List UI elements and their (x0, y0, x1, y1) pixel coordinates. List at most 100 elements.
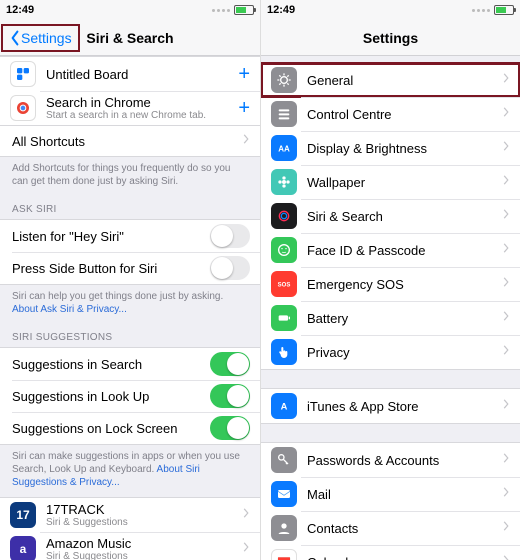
chevron-right-icon (502, 451, 510, 469)
status-time: 12:49 (6, 4, 34, 16)
chevron-right-icon (502, 343, 510, 361)
chevron-right-icon (242, 132, 250, 150)
chevron-left-icon (9, 30, 21, 46)
status-time: 12:49 (267, 4, 295, 16)
row-label: Wallpaper (307, 175, 502, 190)
back-button[interactable]: Settings (1, 24, 80, 52)
left-phone: 12:49 Settings Siri & Search Untitled Bo… (0, 0, 260, 560)
app-icon: a (10, 536, 36, 560)
settings-row-passwords-accounts[interactable]: Passwords & Accounts (261, 443, 520, 477)
mail-icon (271, 481, 297, 507)
row-label: Siri & Search (307, 209, 502, 224)
app-row-amazon-music[interactable]: a Amazon MusicSiri & Suggestions (0, 532, 260, 560)
row-label: Control Centre (307, 107, 502, 122)
row-label: Calendar (307, 555, 502, 560)
SOS-icon: SOS (271, 271, 297, 297)
app-row-17track[interactable]: 17 17TRACKSiri & Suggestions (0, 498, 260, 532)
add-plus-icon[interactable]: + (238, 97, 250, 120)
sliders-icon (271, 101, 297, 127)
add-plus-icon[interactable]: + (238, 63, 250, 86)
back-label: Settings (21, 30, 72, 46)
settings-row-display-brightness[interactable]: AADisplay & Brightness (261, 131, 520, 165)
hey-siri-row[interactable]: Listen for "Hey Siri" (0, 220, 260, 252)
suggestions-search-toggle[interactable] (210, 352, 250, 376)
suggestions-lookup-row[interactable]: Suggestions in Look Up (0, 380, 260, 412)
status-bar: 12:49 (0, 0, 260, 20)
settings-row-face-id-passcode[interactable]: Face ID & Passcode (261, 233, 520, 267)
status-bar: 12:49 (261, 0, 520, 20)
settings-row-contacts[interactable]: Contacts (261, 511, 520, 545)
page-dots-icon (472, 9, 490, 12)
row-label: Face ID & Passcode (307, 243, 502, 258)
chevron-right-icon (502, 397, 510, 415)
row-label: General (307, 73, 502, 88)
settings-row-control-centre[interactable]: Control Centre (261, 97, 520, 131)
row-label: Privacy (307, 345, 502, 360)
gear-icon (271, 67, 297, 93)
settings-row-siri-search[interactable]: Siri & Search (261, 199, 520, 233)
row-label: Passwords & Accounts (307, 453, 502, 468)
side-button-toggle[interactable] (210, 256, 250, 280)
settings-row-privacy[interactable]: Privacy (261, 335, 520, 369)
chevron-right-icon (502, 105, 510, 123)
shortcut-label: Search in Chrome Start a search in a new… (46, 95, 238, 121)
suggestions-lock-toggle[interactable] (210, 416, 250, 440)
side-button-siri-row[interactable]: Press Side Button for Siri (0, 252, 260, 284)
chevron-right-icon (502, 139, 510, 157)
settings-row-wallpaper[interactable]: Wallpaper (261, 165, 520, 199)
app-icon: 17 (10, 502, 36, 528)
settings-row-general[interactable]: General (261, 63, 520, 97)
chevron-right-icon (242, 506, 250, 524)
shortcut-untitled-board[interactable]: Untitled Board + (0, 57, 260, 91)
settings-row-battery[interactable]: Battery (261, 301, 520, 335)
page-title: Settings (261, 30, 520, 46)
board-icon (10, 61, 36, 87)
all-shortcuts-row[interactable]: All Shortcuts (0, 126, 260, 156)
A-icon: A (271, 393, 297, 419)
shortcut-search-chrome[interactable]: Search in Chrome Start a search in a new… (0, 91, 260, 125)
chevron-right-icon (502, 309, 510, 327)
chevron-right-icon (502, 71, 510, 89)
page-dots-icon (212, 9, 230, 12)
right-phone: 12:49 Settings General Control Centre AADi… (260, 0, 520, 560)
settings-row-mail[interactable]: Mail (261, 477, 520, 511)
chevron-right-icon (502, 519, 510, 537)
suggestions-lock-row[interactable]: Suggestions on Lock Screen (0, 412, 260, 444)
suggestions-search-row[interactable]: Suggestions in Search (0, 348, 260, 380)
batt-icon (271, 305, 297, 331)
cal-icon (271, 549, 297, 560)
app-label: Amazon MusicSiri & Suggestions (46, 536, 242, 560)
ask-siri-footer: Siri can help you get things done just b… (0, 285, 260, 324)
suggestions-footer: Siri can make suggestions in apps or whe… (0, 445, 260, 497)
about-ask-siri-link[interactable]: About Ask Siri & Privacy... (12, 304, 127, 315)
battery-icon (234, 5, 254, 15)
chevron-right-icon (502, 485, 510, 503)
section-header-suggestions: SIRI SUGGESTIONS (0, 324, 260, 347)
shortcuts-footer: Add Shortcuts for things you frequently … (0, 157, 260, 196)
hand-icon (271, 339, 297, 365)
chevron-right-icon (242, 540, 250, 558)
face-icon (271, 237, 297, 263)
hey-siri-toggle[interactable] (210, 224, 250, 248)
svg-text:AA: AA (278, 144, 290, 153)
battery-icon (494, 5, 514, 15)
chevron-right-icon (502, 275, 510, 293)
row-label: iTunes & App Store (307, 399, 502, 414)
suggestions-lookup-toggle[interactable] (210, 384, 250, 408)
chevron-right-icon (502, 207, 510, 225)
section-header-ask-siri: ASK SIRI (0, 196, 260, 219)
app-label: 17TRACKSiri & Suggestions (46, 502, 242, 528)
row-label: Battery (307, 311, 502, 326)
nav-bar: Settings (261, 20, 520, 56)
chevron-right-icon (502, 241, 510, 259)
siri-icon (271, 203, 297, 229)
settings-row-itunes-app-store[interactable]: AiTunes & App Store (261, 389, 520, 423)
row-label: Contacts (307, 521, 502, 536)
nav-bar: Settings Siri & Search (0, 20, 260, 56)
settings-row-emergency-sos[interactable]: SOS Emergency SOS (261, 267, 520, 301)
settings-row-calendar[interactable]: Calendar (261, 545, 520, 560)
flower-icon (271, 169, 297, 195)
row-label: Emergency SOS (307, 277, 502, 292)
svg-text:SOS: SOS (278, 283, 291, 289)
chevron-right-icon (502, 553, 510, 560)
